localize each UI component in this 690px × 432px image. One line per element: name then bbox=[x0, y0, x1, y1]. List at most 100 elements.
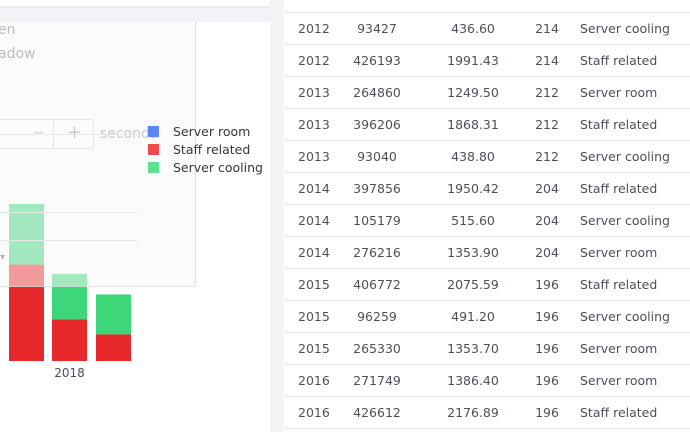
overlay-divider bbox=[0, 212, 137, 213]
panel-gap bbox=[270, 0, 284, 432]
category-cell: Server cooling bbox=[580, 213, 670, 228]
data-table: 2012 93427 436.60 214 Server cooling 2012 4261… bbox=[284, 0, 690, 432]
table-row[interactable]: 2013 93040 438.80 212 Server cooling bbox=[284, 141, 690, 173]
category-cell: Staff related bbox=[580, 117, 658, 132]
legend-swatch bbox=[148, 162, 159, 173]
value-cell: 397856 bbox=[353, 181, 401, 196]
table-row[interactable]: 2016 271749 1386.40 196 Server room bbox=[284, 365, 690, 397]
count-cell: 212 bbox=[535, 149, 559, 164]
year-cell: 2016 bbox=[298, 373, 330, 388]
stepper-decrement-button[interactable]: − bbox=[33, 125, 45, 141]
bar-staff-related[interactable] bbox=[96, 334, 131, 361]
year-cell: 2014 bbox=[298, 213, 330, 228]
overlay-label-1: en bbox=[0, 22, 16, 38]
x-tick-label: 2018 bbox=[54, 366, 85, 380]
overlay-divider bbox=[0, 240, 137, 241]
value-cell: 271749 bbox=[353, 373, 401, 388]
chevron-down-icon[interactable]: ▾ bbox=[0, 252, 5, 263]
category-cell: Staff related bbox=[580, 53, 658, 68]
amount-cell: 1991.43 bbox=[447, 53, 499, 68]
amount-cell: 1353.70 bbox=[447, 341, 499, 356]
value-cell: 96259 bbox=[357, 309, 397, 324]
category-cell: Server room bbox=[580, 373, 658, 388]
table-row[interactable]: 2012 93427 436.60 214 Server cooling bbox=[284, 13, 690, 45]
count-cell: 196 bbox=[535, 341, 559, 356]
amount-cell: 2176.89 bbox=[447, 405, 499, 420]
year-cell: 2015 bbox=[298, 309, 330, 324]
value-cell: 93040 bbox=[357, 149, 397, 164]
year-cell: 2013 bbox=[298, 85, 330, 100]
year-cell: 2013 bbox=[298, 149, 330, 164]
category-cell: Staff related bbox=[580, 277, 658, 292]
amount-cell: 438.80 bbox=[451, 149, 495, 164]
year-cell: 2015 bbox=[298, 341, 330, 356]
table-row[interactable]: 2013 264860 1249.50 212 Server room bbox=[284, 77, 690, 109]
bar-staff-related[interactable] bbox=[52, 319, 87, 361]
value-cell: 265330 bbox=[353, 341, 401, 356]
count-cell: 214 bbox=[535, 21, 559, 36]
amount-cell: 1868.31 bbox=[447, 117, 499, 132]
year-cell: 2016 bbox=[298, 405, 330, 420]
table-row[interactable]: 2014 105179 515.60 204 Server cooling bbox=[284, 205, 690, 237]
table-row[interactable]: 2012 426193 1991.43 214 Staff related bbox=[284, 45, 690, 77]
count-cell: 204 bbox=[535, 213, 559, 228]
table-row[interactable]: 2014 397856 1950.42 204 Staff related bbox=[284, 173, 690, 205]
category-cell: Staff related bbox=[580, 181, 658, 196]
year-cell: 2013 bbox=[298, 117, 330, 132]
count-cell: 196 bbox=[535, 277, 559, 292]
category-cell: Server cooling bbox=[580, 309, 670, 324]
legend-label: Staff related bbox=[173, 142, 251, 157]
year-cell: 2014 bbox=[298, 181, 330, 196]
overlay-label-2: adow bbox=[0, 46, 36, 62]
category-cell: Server room bbox=[580, 245, 658, 260]
category-cell: Server room bbox=[580, 341, 658, 356]
count-cell: 196 bbox=[535, 309, 559, 324]
amount-cell: 2075.59 bbox=[447, 277, 499, 292]
top-card bbox=[0, 0, 272, 6]
value-cell: 276216 bbox=[353, 245, 401, 260]
value-cell: 426193 bbox=[353, 53, 401, 68]
amount-cell: 491.20 bbox=[451, 309, 495, 324]
category-cell: Staff related bbox=[580, 405, 658, 420]
chart-panel: 2018 en adow − + seconds ▾ Server room S… bbox=[0, 22, 270, 432]
overlay-divider bbox=[0, 134, 137, 135]
count-cell: 212 bbox=[535, 85, 559, 100]
amount-cell: 515.60 bbox=[451, 213, 495, 228]
table-row[interactable]: 2015 96259 491.20 196 Server cooling bbox=[284, 301, 690, 333]
value-cell: 264860 bbox=[353, 85, 401, 100]
count-cell: 204 bbox=[535, 245, 559, 260]
stepper-increment-button[interactable]: + bbox=[67, 122, 82, 143]
year-cell: 2015 bbox=[298, 277, 330, 292]
legend-swatch bbox=[148, 144, 159, 155]
count-cell: 196 bbox=[535, 373, 559, 388]
table-row[interactable]: 2013 396206 1868.31 212 Staff related bbox=[284, 109, 690, 141]
count-cell: 214 bbox=[535, 53, 559, 68]
bar-server-cooling[interactable] bbox=[96, 294, 131, 335]
year-cell: 2014 bbox=[298, 245, 330, 260]
value-cell: 93427 bbox=[357, 21, 397, 36]
amount-cell: 1249.50 bbox=[447, 85, 499, 100]
value-cell: 406772 bbox=[353, 277, 401, 292]
table-row-partial bbox=[284, 0, 690, 13]
value-cell: 105179 bbox=[353, 213, 401, 228]
year-cell: 2012 bbox=[298, 21, 330, 36]
category-cell: Server room bbox=[580, 85, 658, 100]
category-cell: Server cooling bbox=[580, 21, 670, 36]
overlay-popup: en adow − + seconds ▾ bbox=[0, 22, 196, 287]
count-cell: 204 bbox=[535, 181, 559, 196]
table-row[interactable]: 2015 406772 2075.59 196 Staff related bbox=[284, 269, 690, 301]
legend-label: Server cooling bbox=[173, 160, 263, 175]
legend-swatch bbox=[148, 126, 159, 137]
table-row[interactable]: 2014 276216 1353.90 204 Server room bbox=[284, 237, 690, 269]
count-cell: 196 bbox=[535, 405, 559, 420]
year-cell: 2012 bbox=[298, 53, 330, 68]
table-row[interactable]: 2015 265330 1353.70 196 Server room bbox=[284, 333, 690, 365]
amount-cell: 1353.90 bbox=[447, 245, 499, 260]
category-cell: Server cooling bbox=[580, 149, 670, 164]
value-cell: 396206 bbox=[353, 117, 401, 132]
amount-cell: 1386.40 bbox=[447, 373, 499, 388]
amount-cell: 436.60 bbox=[451, 21, 495, 36]
count-cell: 212 bbox=[535, 117, 559, 132]
value-cell: 426612 bbox=[353, 405, 401, 420]
table-row[interactable]: 2016 426612 2176.89 196 Staff related bbox=[284, 397, 690, 429]
